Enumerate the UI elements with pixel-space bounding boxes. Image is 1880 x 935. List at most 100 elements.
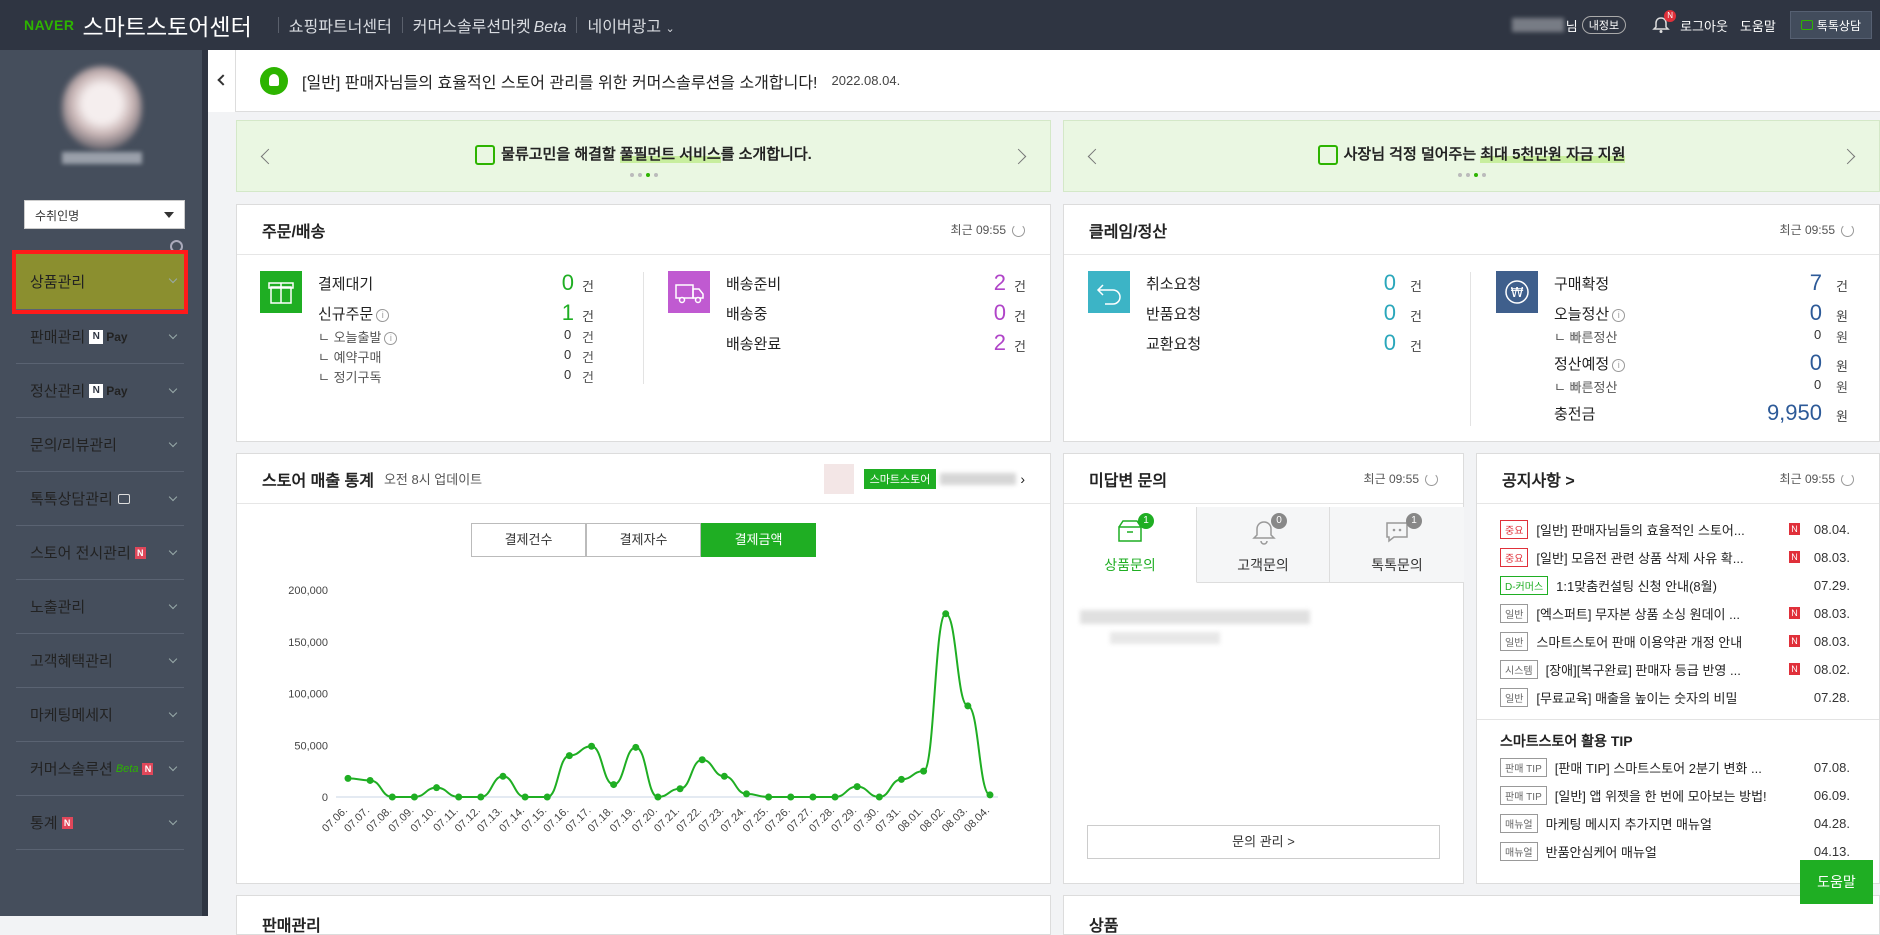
fast-settle-amount[interactable]: 0 [1814,377,1821,392]
payment-wait-label[interactable]: 결제대기 [318,273,373,294]
sidebar-item-label: 커머스솔루션 [30,761,113,778]
banner-fulfillment[interactable]: 물류고민을 해결할 풀필먼트 서비스를 소개합니다. [236,120,1051,192]
nav-commerce-market[interactable]: 커머스솔루션마켓 Beta [413,13,567,37]
notice-item[interactable]: 일반 스마트스토어 판매 이용약관 개정 안내 N 08.03. [1500,628,1850,654]
naver-logo[interactable]: NAVER [24,17,74,33]
fast-settle-amount[interactable]: 0 [1814,327,1821,342]
banner-post: 를 소개합니다. [720,146,812,163]
today-ship-count[interactable]: 0 [564,327,571,342]
talk-consult-button[interactable]: 톡톡상담 [1789,11,1872,39]
refresh-button[interactable]: 최근 09:55 [1780,470,1854,487]
ship-done-count[interactable]: 2 [966,330,1006,356]
subscription-count[interactable]: 0 [564,367,571,382]
store-selector[interactable]: 스마트스토어 › [823,463,1025,494]
logout-link[interactable]: 로그아웃 [1680,16,1728,35]
purchase-confirm-count[interactable]: 7 [1782,270,1822,296]
planned-settle-amount[interactable]: 0 [1782,350,1822,376]
help-button[interactable]: 도움말 [1800,860,1873,904]
app-title[interactable]: 스마트스토어센터 [82,8,251,42]
return-request-count[interactable]: 0 [1356,300,1396,326]
tab-talk-inquiry[interactable]: 1 톡톡문의 [1330,507,1464,583]
shipping-count[interactable]: 0 [966,300,1006,326]
inquiry-content-blurred[interactable] [1080,610,1310,624]
tip-item[interactable]: 판매 TIP [일반] 앱 위젯을 한 번에 모아보는 방법! 06.09. [1500,782,1850,808]
info-icon[interactable]: i [1612,308,1626,322]
tip-item[interactable]: 판매 TIP [판매 TIP] 스마트스토어 2분기 변화 ... 07.08. [1500,754,1850,780]
refresh-button[interactable]: 최근 09:55 [1364,470,1438,487]
info-icon[interactable]: i [1612,358,1626,372]
nav-shopping-partner[interactable]: 쇼핑파트너센터 [289,13,392,37]
sidebar-collapse-button[interactable] [208,50,236,112]
today-ship-label[interactable]: ㄴ 오늘출발 i [318,327,398,346]
today-settle-amount[interactable]: 0 [1782,300,1822,326]
new-order-label[interactable]: 신규주문 i [318,303,390,324]
notice-item[interactable]: 중요 [일반] 판매자님들의 효율적인 스토어... N 08.04. [1500,516,1850,542]
shipping-label[interactable]: 배송중 [726,303,767,324]
charge-amount[interactable]: 9,950 [1742,400,1822,426]
notice-item[interactable]: D-커머스 1:1맞춤컨설팅 신청 안내(8월) 07.29. [1500,572,1850,598]
sidebar-item-exposure[interactable]: 노출관리 [16,580,184,634]
sidebar-item-display[interactable]: 스토어 전시관리 N [16,526,184,580]
refresh-button[interactable]: 최근 09:55 [1780,221,1854,238]
notice-text[interactable]: [일반] 판매자님들의 효율적인 스토어 관리를 위한 커머스솔루션을 소개합니… [302,69,818,93]
info-icon[interactable]: i [376,308,390,322]
tab-payer-count[interactable]: 결제자수 [586,523,701,557]
payment-wait-count[interactable]: 0 [534,270,574,296]
notice-item[interactable]: 시스템 [장애][복구완료] 판매자 등급 반영 ... N 08.02. [1500,656,1850,682]
sidebar-item-sales[interactable]: 판매관리 N Pay [16,310,184,364]
tip-item[interactable]: 매뉴얼 반품안심케어 매뉴얼 04.13. [1500,838,1850,864]
ship-ready-count[interactable]: 2 [966,270,1006,296]
search-icon[interactable] [170,240,183,253]
tip-item[interactable]: 매뉴얼 마케팅 메시지 추가지면 매뉴얼 04.28. [1500,810,1850,836]
purchase-confirm-label[interactable]: 구매확정 [1554,273,1609,294]
data-point [565,752,573,760]
store-select[interactable]: 수취인명 [24,200,185,229]
unit: 건 [582,309,594,324]
cancel-request-label[interactable]: 취소요청 [1146,273,1201,294]
inquiry-content-blurred[interactable] [1110,632,1220,644]
info-icon[interactable]: i [384,332,398,346]
cancel-request-count[interactable]: 0 [1356,270,1396,296]
exchange-request-label[interactable]: 교환요청 [1146,333,1201,354]
tab-customer-inquiry[interactable]: 0 고객문의 [1197,507,1330,583]
nav-naver-ads[interactable]: 네이버광고 ⌄ [587,13,674,37]
notice-title[interactable]: 공지사항 > [1502,467,1575,491]
reserve-label[interactable]: ㄴ 예약구매 [318,347,381,366]
sidebar-item-inquiry-review[interactable]: 문의/리뷰관리 [16,418,184,472]
sidebar-item-statistics[interactable]: 통계 N [16,796,184,850]
return-request-label[interactable]: 반품요청 [1146,303,1201,324]
inquiry-manage-button[interactable]: 문의 관리 > [1087,825,1440,859]
sidebar-item-marketing[interactable]: 마케팅메세지 [16,688,184,742]
tab-product-inquiry[interactable]: 1 상품문의 [1064,507,1197,583]
today-settle-label[interactable]: 오늘정산 i [1554,303,1626,324]
unit: 건 [582,370,594,385]
sidebar-item-benefit[interactable]: 고객혜택관리 [16,634,184,688]
bell-icon[interactable]: N [1652,10,1677,34]
sidebar-item-talk[interactable]: 톡톡상담관리 [16,472,184,526]
refresh-button[interactable]: 최근 09:55 [951,221,1025,238]
planned-settle-label[interactable]: 정산예정 i [1554,353,1626,374]
sidebar-item-settlement[interactable]: 정산관리 N Pay [16,364,184,418]
charge-label[interactable]: 충전금 [1554,403,1595,424]
tab-payment-count[interactable]: 결제건수 [471,523,586,557]
tab-payment-amount[interactable]: 결제금액 [701,523,816,557]
ship-done-label[interactable]: 배송완료 [726,333,781,354]
notice-bar[interactable]: [일반] 판매자님들의 효율적인 스토어 관리를 위한 커머스솔루션을 소개합니… [236,50,1880,112]
banner-fund[interactable]: 사장님 걱정 덜어주는 최대 5천만원 자금 지원 [1063,120,1880,192]
new-order-count[interactable]: 1 [534,300,574,326]
avatar[interactable] [62,66,142,150]
fast-settle-label[interactable]: ㄴ 빠른정산 [1554,377,1617,396]
ship-ready-label[interactable]: 배송준비 [726,273,781,294]
help-link[interactable]: 도움말 [1740,16,1776,35]
my-info-button[interactable]: 내정보 [1581,16,1627,34]
sidebar-item-commerce-solution[interactable]: 커머스솔루션 Beta N [16,742,184,796]
notice-item[interactable]: 일반 [엑스퍼트] 무자본 상품 소싱 원데이 ... N 08.03. [1500,600,1850,626]
sidebar-item-product[interactable]: 상품관리 [12,250,188,314]
fast-settle-label[interactable]: ㄴ 빠른정산 [1554,327,1617,346]
subscription-label[interactable]: ㄴ 정기구독 [318,367,381,386]
notice-item[interactable]: 중요 [일반] 모음전 관련 상품 삭제 사유 확... N 08.03. [1500,544,1850,570]
reserve-count[interactable]: 0 [564,347,571,362]
notice-item[interactable]: 일반 [무료교육] 매출을 높이는 숫자의 비밀 07.28. [1500,684,1850,710]
exchange-request-count[interactable]: 0 [1356,330,1396,356]
return-arrow-icon [1088,271,1130,313]
